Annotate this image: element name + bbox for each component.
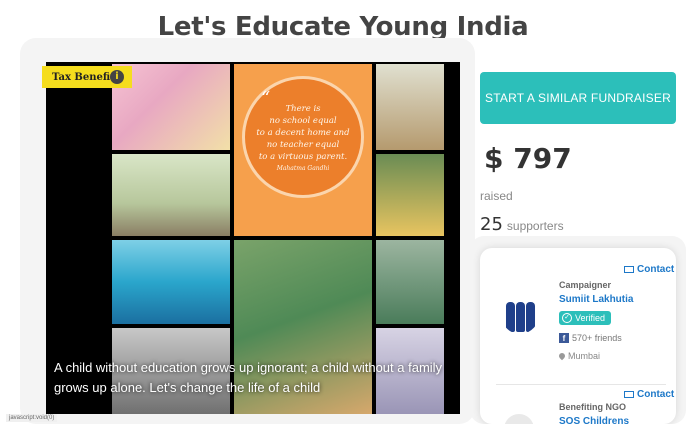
collage-photo-bicycle (112, 154, 230, 236)
campaigner-avatar[interactable] (500, 290, 540, 334)
collage-photo-pool (112, 240, 230, 324)
facebook-friends: f 570+ friends (559, 333, 622, 343)
media-caption: A child without education grows up ignor… (54, 360, 443, 395)
quote-line: no school equal (269, 116, 337, 126)
friends-count: 570+ friends (572, 333, 622, 343)
quote-circle: “ There is no school equal to a decent h… (242, 76, 364, 198)
location-pin-icon (557, 351, 567, 361)
contact-label: Contact (637, 389, 675, 400)
ngo-label: Benefiting NGO (559, 402, 626, 412)
collage-photo-boy-sunglasses (376, 240, 444, 324)
campaigner-location: Mumbai (557, 351, 601, 361)
raised-label: raised (480, 189, 513, 203)
quote-mark: “ (261, 88, 271, 109)
location-label: Mumbai (568, 351, 601, 361)
contact-label: Contact (637, 264, 675, 275)
campaign-media[interactable]: “ There is no school equal to a decent h… (46, 62, 460, 414)
collage-photo-cycle (376, 64, 444, 150)
quote-line: to a virtuous parent. (258, 152, 348, 162)
divider (496, 384, 666, 385)
avatar-figure (506, 302, 515, 332)
status-bar-url: javascript:void(0) (6, 414, 58, 422)
avatar-figure (516, 302, 525, 332)
supporters-count: 25 supporters (480, 214, 564, 235)
info-icon[interactable]: i (110, 70, 124, 84)
ngo-name[interactable]: SOS Childrens (559, 416, 629, 424)
quote-line: to a decent home and (256, 128, 350, 138)
supporters-label: supporters (506, 219, 564, 233)
mail-icon (624, 391, 634, 398)
verified-label: Verified (575, 313, 606, 323)
quote-line: no teacher equal (266, 140, 340, 150)
campaigner-name[interactable]: Sumiit Lakhutia (559, 294, 633, 305)
supporters-number: 25 (480, 214, 503, 235)
check-icon: ✓ (562, 313, 572, 323)
amount-raised: $ 797 (484, 142, 572, 175)
campaigner-label: Campaigner (559, 280, 612, 290)
facebook-icon: f (559, 333, 569, 343)
mail-icon (624, 266, 634, 273)
avatar-figure (526, 302, 535, 332)
verified-badge: ✓ Verified (559, 311, 612, 325)
start-similar-fundraiser-button[interactable]: START A SIMILAR FUNDRAISER (480, 72, 676, 124)
tax-benefit-badge[interactable]: Tax Benefit i (42, 66, 132, 88)
collage-photo-children-smile (376, 154, 444, 236)
collage-quote-tile: “ There is no school equal to a decent h… (234, 64, 372, 236)
contact-campaigner-link[interactable]: Contact (624, 264, 674, 275)
contact-ngo-link[interactable]: Contact (624, 389, 674, 400)
tax-benefit-label: Tax Benefit (52, 71, 115, 83)
quote-author: Mahatma Gandhi (276, 165, 330, 172)
